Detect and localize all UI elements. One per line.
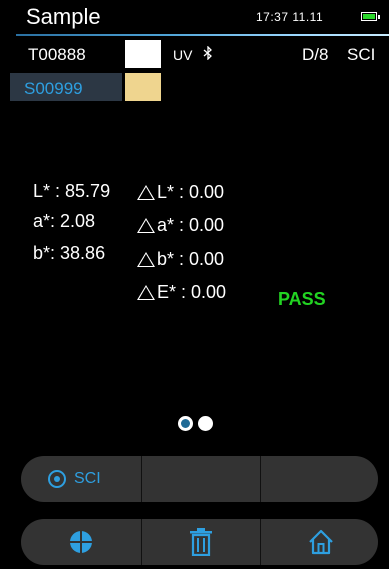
- measurement-geometry: D/8: [302, 45, 329, 64]
- target-icon: [48, 470, 66, 488]
- delta-L: L* : 0.00: [137, 182, 224, 203]
- delta-icon: [137, 252, 155, 267]
- action-bar: [21, 519, 378, 565]
- home-button[interactable]: [261, 519, 378, 565]
- delta-E: E* : 0.00: [137, 282, 226, 303]
- lab-b: b*: 38.86: [33, 243, 106, 263]
- pass-status: PASS: [278, 289, 326, 309]
- trial-color-swatch: [125, 40, 161, 68]
- delta-a: a* : 0.00: [137, 215, 224, 236]
- delete-button[interactable]: [142, 519, 260, 565]
- standard-color-swatch: [125, 73, 161, 101]
- home-icon: [308, 529, 334, 560]
- sci-button-label: SCI: [74, 470, 101, 487]
- trial-id[interactable]: T00888: [28, 45, 86, 65]
- standard-id: S00999: [24, 79, 83, 98]
- lab-L: L* : 85.79: [33, 181, 111, 201]
- specular-mode: SCI: [347, 45, 376, 64]
- crosshair-icon: [68, 529, 94, 560]
- trash-icon: [189, 528, 213, 561]
- page-dot-1[interactable]: [178, 416, 193, 431]
- function-button-2[interactable]: [142, 456, 260, 502]
- delta-b: b* : 0.00: [137, 249, 224, 270]
- battery-full-icon: [361, 12, 380, 21]
- sci-button[interactable]: SCI: [21, 456, 141, 502]
- status-bar: Sample 17:37 11.11: [0, 0, 389, 36]
- delta-icon: [137, 285, 155, 300]
- measure-button[interactable]: [21, 519, 141, 565]
- header-divider: [16, 34, 389, 36]
- bluetooth-icon: [203, 45, 213, 63]
- clock-date: 17:37 11.11: [256, 10, 324, 24]
- lab-a: a*: 2.08: [33, 211, 96, 231]
- standard-id-box[interactable]: S00999: [10, 73, 122, 101]
- function-bar: SCI: [21, 456, 378, 502]
- function-button-3[interactable]: [261, 456, 378, 502]
- delta-icon: [137, 218, 155, 233]
- delta-icon: [137, 185, 155, 200]
- uv-label: UV: [173, 47, 193, 63]
- screen-title: Sample: [26, 4, 101, 29]
- page-dot-2[interactable]: [198, 416, 213, 431]
